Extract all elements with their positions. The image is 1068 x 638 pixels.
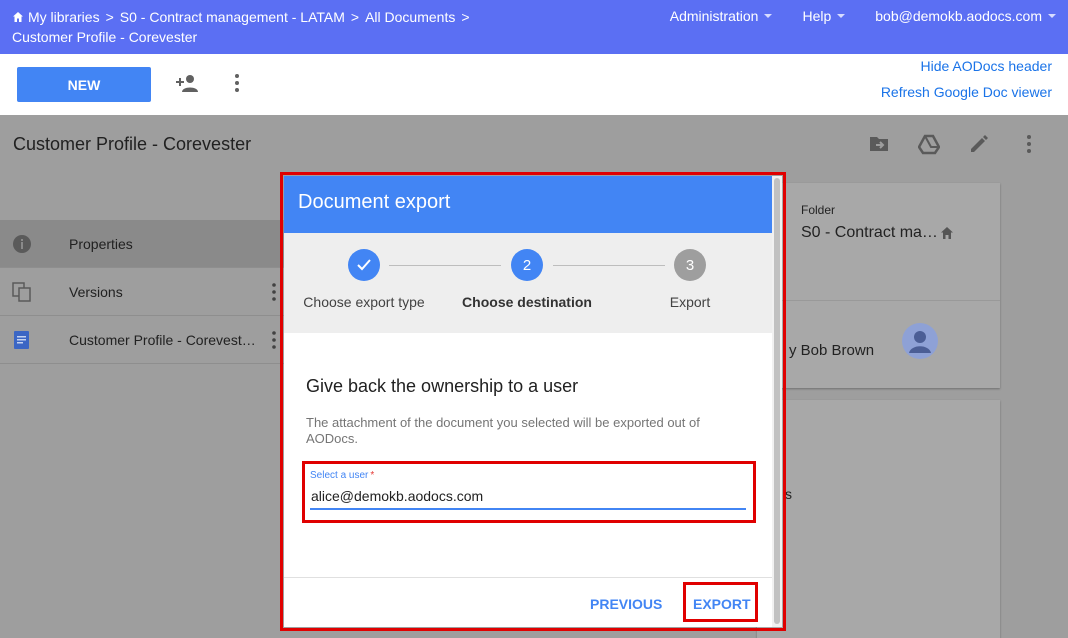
scrollbar[interactable] [772, 176, 782, 627]
versions-icon [12, 282, 31, 302]
select-user-input[interactable] [310, 488, 746, 510]
select-user-field: Select a user * [310, 470, 746, 510]
avatar [902, 323, 938, 359]
breadcrumb-library[interactable]: S0 - Contract management - LATAM [120, 9, 345, 25]
document-toolbar [868, 133, 1040, 155]
more-vert-icon[interactable] [270, 282, 278, 302]
dialog-body: Give back the ownership to a user The at… [306, 376, 746, 447]
dialog-title: Document export [284, 176, 772, 233]
step-label: Choose destination [462, 294, 592, 310]
more-vert-icon[interactable] [1018, 133, 1040, 155]
field-label: Select a user * [310, 470, 746, 481]
info-card: s [757, 400, 1000, 638]
add-user-icon[interactable] [176, 73, 200, 93]
sidebar-item-properties[interactable]: Properties [0, 220, 300, 268]
sidebar-item-document[interactable]: Customer Profile - Corevest… [0, 316, 300, 364]
chevron-down-icon [1048, 14, 1056, 18]
previous-button[interactable]: PREVIOUS [590, 596, 662, 612]
scrollbar-thumb[interactable] [774, 178, 780, 624]
step-label: Export [669, 294, 711, 310]
help-label: Help [802, 8, 832, 24]
breadcrumb-separator: > [350, 9, 360, 25]
sidebar-item-label: Properties [69, 236, 133, 252]
chevron-down-icon [837, 14, 846, 18]
body-title: Give back the ownership to a user [306, 376, 579, 396]
breadcrumb-separator: > [105, 9, 114, 25]
card-text: s [785, 486, 792, 502]
chevron-down-icon [764, 14, 773, 18]
breadcrumb-my-libraries[interactable]: My libraries [28, 9, 100, 25]
sidebar: Properties Versions Customer Profile - C… [0, 220, 300, 364]
breadcrumb-separator: > [461, 9, 470, 25]
folder-value[interactable]: S0 - Contract ma… [801, 224, 938, 242]
new-button[interactable]: NEW [17, 67, 151, 102]
step-export: 3 Export [610, 249, 770, 310]
doc-icon [14, 331, 29, 349]
properties-card: Folder S0 - Contract ma… y Bob Brown [757, 183, 1000, 388]
stepper: Choose export type 2 Choose destination … [284, 233, 772, 333]
step-choose-export-type: Choose export type [284, 249, 444, 310]
administration-label: Administration [669, 8, 759, 24]
step-number: 3 [674, 249, 706, 281]
more-vert-icon[interactable] [270, 330, 278, 350]
sidebar-item-label: Versions [69, 284, 123, 300]
divider [757, 300, 1000, 301]
hide-header-link[interactable]: Hide AODocs header [881, 56, 1052, 76]
top-header: My libraries > S0 - Contract management - … [0, 0, 1068, 54]
edit-icon[interactable] [968, 133, 990, 155]
account-menu[interactable]: bob@demokb.aodocs.com [875, 8, 1056, 24]
top-nav: Administration Help bob@demokb.aodocs.co… [670, 8, 1056, 24]
breadcrumb: My libraries > S0 - Contract management - … [12, 7, 532, 47]
folder-label: Folder [801, 203, 836, 217]
document-export-dialog: Document export Choose export type 2 Cho… [284, 176, 782, 627]
breadcrumb-current-document[interactable]: Customer Profile - Corevester [12, 29, 197, 45]
home-icon [13, 12, 23, 22]
owner-label: y Bob Brown [789, 342, 875, 359]
help-menu[interactable]: Help [802, 8, 846, 24]
home-icon[interactable] [940, 226, 954, 240]
required-mark: * [370, 470, 375, 481]
field-label-text: Select a user [310, 470, 369, 481]
account-label: bob@demokb.aodocs.com [875, 8, 1042, 24]
step-label: Choose export type [303, 294, 425, 310]
check-icon [348, 249, 380, 281]
export-highlight [683, 582, 758, 622]
step-choose-destination: 2 Choose destination [447, 249, 607, 310]
drive-icon[interactable] [918, 133, 940, 155]
info-icon [13, 235, 31, 253]
sidebar-item-versions[interactable]: Versions [0, 268, 300, 316]
breadcrumb-all-documents[interactable]: All Documents [365, 9, 455, 25]
move-to-folder-icon[interactable] [868, 133, 890, 155]
refresh-viewer-link[interactable]: Refresh Google Doc viewer [881, 82, 1052, 102]
more-vert-icon[interactable] [232, 73, 242, 93]
divider [284, 577, 772, 578]
step-number: 2 [511, 249, 543, 281]
action-bar: NEW Hide AODocs header Refresh Google Do… [0, 54, 1068, 115]
body-description: The attachment of the document you selec… [306, 415, 700, 446]
sidebar-item-label: Customer Profile - Corevest… [69, 332, 256, 348]
page-title: Customer Profile - Corevester [13, 134, 252, 154]
header-links: Hide AODocs header Refresh Google Doc vi… [881, 56, 1052, 102]
administration-menu[interactable]: Administration [670, 8, 773, 24]
